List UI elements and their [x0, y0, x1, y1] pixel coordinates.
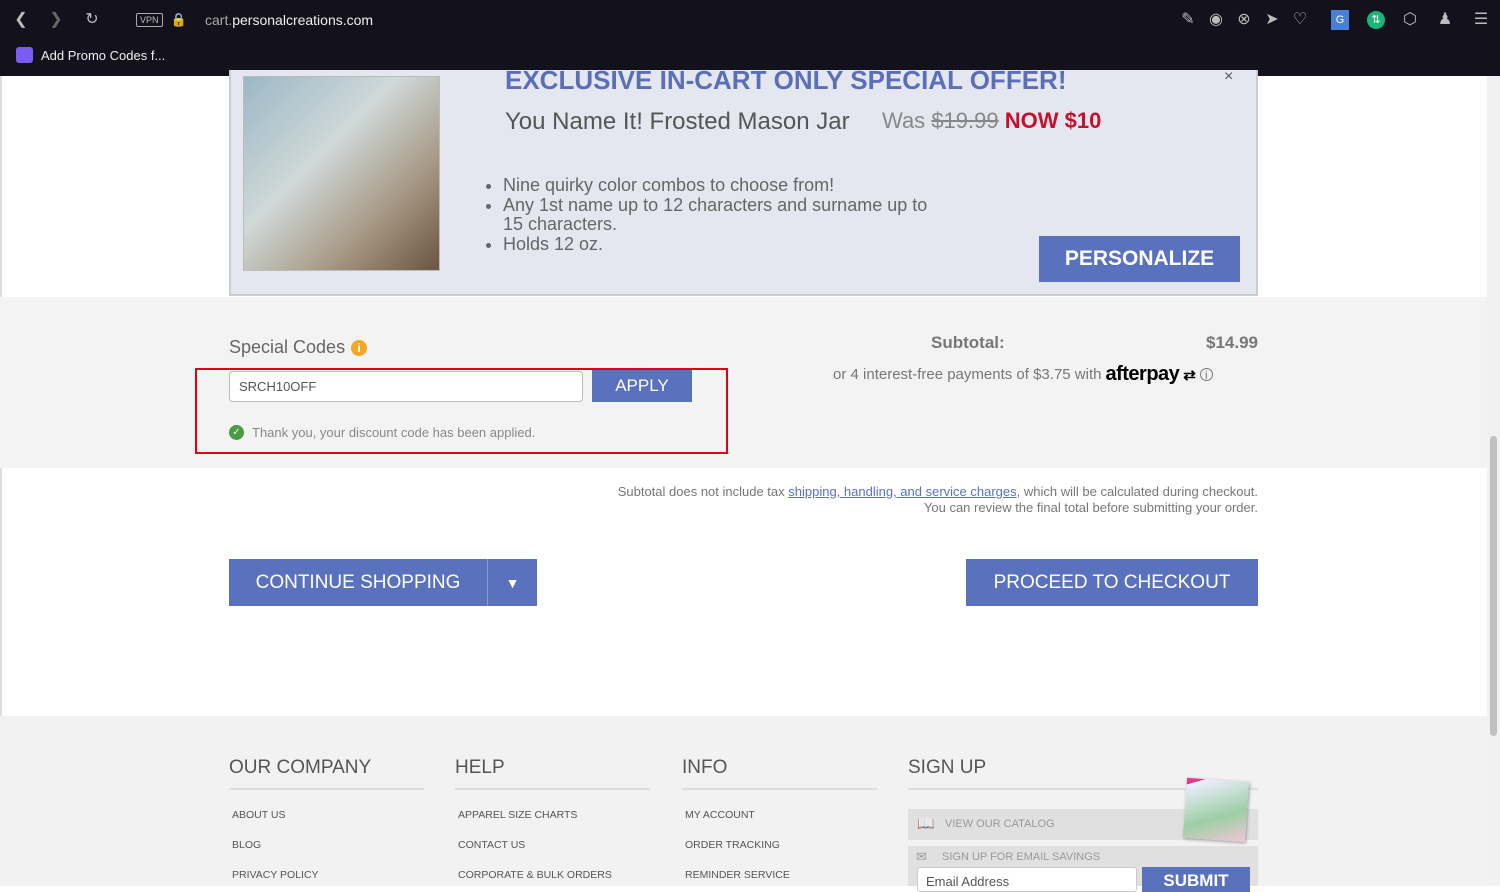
heart-icon[interactable]: ♡ — [1289, 10, 1311, 30]
was-price: $19.99 — [931, 108, 999, 133]
continue-shopping-group: CONTINUE SHOPPING ▼ — [229, 559, 537, 606]
footer-link[interactable]: BLOG — [232, 839, 261, 851]
subtotal-note: Subtotal does not include tax shipping, … — [500, 484, 1258, 516]
catalog-image[interactable] — [1182, 777, 1250, 843]
reload-icon[interactable]: ↻ — [81, 10, 103, 30]
email-input[interactable]: Email Address — [917, 867, 1137, 892]
chevron-down-icon[interactable]: ▼ — [488, 559, 537, 606]
footer-link[interactable]: PRIVACY POLICY — [232, 869, 319, 881]
email-signup-label: SIGN UP FOR EMAIL SAVINGS — [942, 851, 1101, 863]
footer-link[interactable]: MY ACCOUNT — [685, 809, 755, 821]
vpn-badge[interactable]: VPN — [136, 13, 163, 27]
camera-icon[interactable]: ◉ — [1205, 10, 1227, 30]
subtotal-value: $14.99 — [1206, 333, 1258, 352]
bookmark-promo[interactable]: Add Promo Codes f... — [16, 47, 165, 63]
subtotal-label: Subtotal: — [931, 333, 1005, 352]
proceed-to-checkout-button[interactable]: PROCEED TO CHECKOUT — [966, 559, 1258, 606]
offer-title: EXCLUSIVE IN-CART ONLY SPECIAL OFFER! — [505, 65, 1067, 90]
footer-link[interactable]: ABOUT US — [232, 809, 285, 821]
afterpay-info-icon[interactable]: i — [1199, 368, 1213, 381]
feature-item: Nine quirky color combos to choose from! — [503, 175, 943, 196]
back-icon[interactable]: ❮ — [10, 10, 32, 30]
feature-item: Holds 12 oz. — [503, 234, 943, 255]
sync-extension-icon[interactable]: ⇅ — [1367, 11, 1385, 29]
footer — [0, 716, 1487, 886]
continue-shopping-button[interactable]: CONTINUE SHOPPING — [229, 559, 488, 606]
special-codes-label: Special Codes i — [229, 337, 368, 358]
url-subdomain: cart. — [205, 12, 233, 28]
product-name: You Name It! Frosted Mason Jar — [505, 108, 850, 135]
send-icon[interactable]: ➤ — [1261, 10, 1283, 30]
personalize-button[interactable]: PERSONALIZE — [1039, 236, 1240, 282]
shield-x-icon[interactable]: ⊗ — [1233, 10, 1255, 30]
note-text: , which will be calculated during checko… — [1016, 484, 1258, 499]
feature-item: Any 1st name up to 12 characters and sur… — [503, 195, 943, 235]
bookmark-label: Add Promo Codes f... — [41, 47, 166, 63]
lock-icon[interactable]: 🔒 — [168, 10, 190, 30]
footer-link[interactable]: REMINDER SERVICE — [685, 869, 790, 881]
info-icon[interactable]: i — [351, 340, 368, 356]
address-bar[interactable]: cart.personalcreations.com — [205, 12, 373, 28]
submit-button[interactable]: SUBMIT — [1142, 867, 1250, 892]
afterpay-info: or 4 interest-free payments of $3.75 wit… — [833, 363, 1213, 386]
footer-link[interactable]: CORPORATE & BULK ORDERS — [458, 869, 612, 881]
promo-code-input[interactable] — [229, 371, 583, 402]
footer-link[interactable]: APPAREL SIZE CHARTS — [458, 809, 577, 821]
scrollbar-thumb[interactable] — [1490, 436, 1497, 736]
edit-icon[interactable]: ✎ — [1177, 10, 1199, 30]
now-price: NOW $10 — [1004, 108, 1102, 133]
catalog-label: VIEW OUR CATALOG — [945, 818, 1055, 830]
settings-menu-icon[interactable]: ☰ — [1470, 10, 1492, 30]
check-icon: ✓ — [229, 425, 244, 440]
was-label: Was — [882, 108, 926, 133]
offer-features: Nine quirky color combos to choose from!… — [503, 175, 943, 255]
footer-heading-help: HELP — [455, 757, 650, 790]
translate-icon[interactable]: G — [1331, 10, 1349, 30]
afterpay-text: or 4 interest-free payments of $3.75 wit… — [833, 366, 1102, 383]
close-offer-icon[interactable]: × — [1224, 68, 1233, 86]
note-text: You can review the final total before su… — [923, 500, 1258, 515]
shipping-charges-link[interactable]: shipping, handling, and service charges — [788, 484, 1016, 499]
message-text: Thank you, your discount code has been a… — [252, 425, 536, 440]
footer-link[interactable]: CONTACT US — [458, 839, 525, 851]
afterpay-arrows-icon: ⇄ — [1183, 366, 1196, 384]
profile-icon[interactable]: ♟ — [1434, 10, 1456, 30]
bookmark-icon — [16, 47, 33, 63]
box-icon[interactable]: ⬡ — [1399, 10, 1421, 30]
forward-icon[interactable]: ❯ — [45, 10, 67, 30]
afterpay-logo: afterpay — [1105, 363, 1180, 385]
footer-link[interactable]: ORDER TRACKING — [685, 839, 780, 851]
apply-button[interactable]: APPLY — [592, 370, 692, 402]
special-codes-text: Special Codes — [229, 337, 346, 357]
url-domain: personalcreations.com — [232, 12, 374, 28]
code-applied-message: ✓ Thank you, your discount code has been … — [229, 425, 535, 440]
product-image[interactable] — [243, 76, 440, 271]
book-icon: 📖 — [917, 815, 935, 831]
footer-heading-company: OUR COMPANY — [229, 757, 424, 790]
footer-heading-info: INFO — [682, 757, 877, 790]
envelope-icon: ✉ — [916, 849, 927, 864]
offer-price: Was $19.99 NOW $10 — [882, 108, 1101, 134]
note-text: Subtotal does not include tax — [617, 484, 789, 499]
